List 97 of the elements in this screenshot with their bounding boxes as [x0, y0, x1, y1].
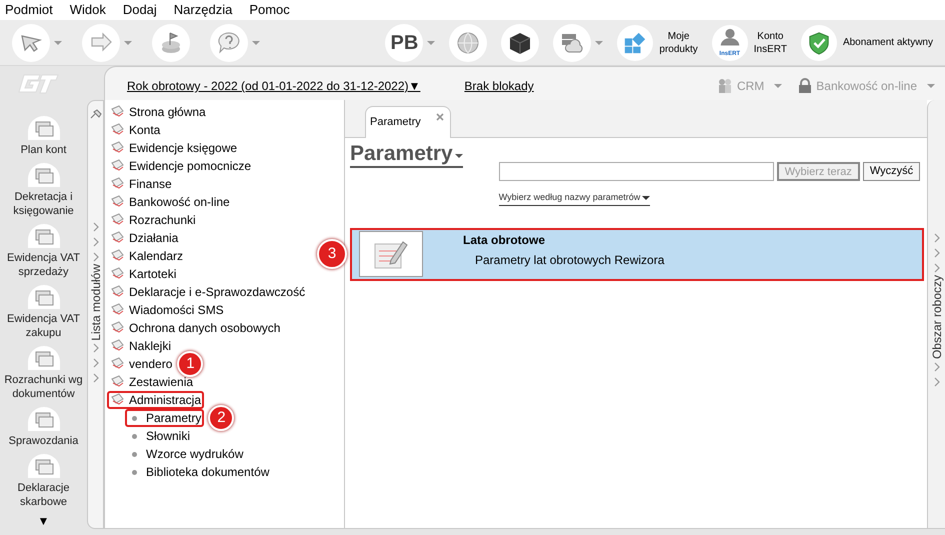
- rail-item[interactable]: Ewidencja VAT zakupu: [2, 285, 84, 340]
- lock-status-link[interactable]: Brak blokady: [464, 77, 534, 95]
- sheet-icon: [110, 105, 124, 119]
- help-icon: [216, 30, 242, 56]
- callout-marker: 3: [317, 239, 347, 269]
- sheet-icon: [110, 267, 124, 281]
- chevron-right-icon: [92, 358, 98, 368]
- module-list-item[interactable]: Konta: [107, 121, 164, 139]
- filter-link[interactable]: Wybierz według nazwy parametrów: [498, 191, 640, 204]
- module-list-item[interactable]: Ewidencje pomocnicze: [107, 157, 254, 175]
- stack-icon: [32, 457, 54, 477]
- rail-item[interactable]: Plan kont: [2, 116, 84, 157]
- module-list-item[interactable]: Działania: [107, 229, 182, 247]
- menu-item[interactable]: Narzędzia: [172, 0, 234, 20]
- sheet-icon: [110, 303, 124, 317]
- people-icon: [716, 78, 733, 94]
- result-title: Lata obrotowe: [463, 232, 546, 249]
- sheet-icon: [110, 321, 124, 335]
- rail-item[interactable]: Rozrachunki wg dokumentów: [2, 346, 84, 401]
- tab[interactable]: Parametry: [365, 106, 451, 138]
- caret-icon: [774, 84, 782, 88]
- rail-item[interactable]: Sprawozdania: [2, 407, 84, 448]
- module-list-item[interactable]: Deklaracje i e-Sprawozdawczość: [107, 283, 308, 301]
- menu-item[interactable]: Podmiot: [3, 0, 55, 20]
- sheet-icon: [110, 141, 124, 155]
- sheet-icon: [110, 339, 124, 353]
- module-list-subitem[interactable]: Wzorce wydruków: [125, 445, 246, 463]
- toolbar-button[interactable]: Abonament aktywny: [800, 24, 933, 62]
- module-list-subitem[interactable]: Biblioteka dokumentów: [125, 463, 272, 481]
- caret-icon: [252, 40, 260, 44]
- padlock-icon: [798, 78, 812, 94]
- module-list-item[interactable]: Strona główna: [107, 103, 209, 121]
- module-list-item[interactable]: Ochrona danych osobowych: [107, 319, 284, 337]
- caret-icon: [595, 40, 604, 44]
- sheet-icon: [110, 123, 124, 137]
- result-description: Parametry lat obrotowych Rewizora: [474, 252, 664, 269]
- sheet-icon: [110, 231, 124, 245]
- sheet-icon: [110, 213, 124, 227]
- menu-item[interactable]: Pomoc: [247, 0, 292, 20]
- sheet-icon: [110, 393, 124, 407]
- menu-item[interactable]: Widok: [68, 0, 108, 20]
- chevron-right-icon: [934, 376, 940, 387]
- caret-icon: [124, 40, 132, 44]
- module-list-item[interactable]: Bankowość on-line: [107, 193, 233, 211]
- rail-item[interactable]: Deklaracje skarbowe: [2, 454, 84, 509]
- sheet-icon: [110, 285, 124, 299]
- stack-icon: [32, 288, 54, 308]
- stack-icon: [32, 349, 54, 369]
- toolbar-button[interactable]: [501, 24, 540, 62]
- module-list-item[interactable]: Kalendarz: [107, 247, 186, 265]
- module-list-item[interactable]: Ewidencje księgowe: [107, 139, 240, 157]
- globe-icon: [455, 30, 482, 56]
- module-list-item[interactable]: Administracja: [107, 391, 204, 409]
- close-icon: [436, 113, 444, 121]
- caret-icon: [454, 154, 463, 158]
- caret-icon: [427, 40, 436, 44]
- action-button[interactable]: Wyczyść: [862, 162, 920, 181]
- sheet-icon: [110, 249, 124, 263]
- bullet-icon: [132, 452, 137, 456]
- bullet-icon: [132, 416, 137, 420]
- sheet-icon: [110, 195, 124, 209]
- module-list-item[interactable]: Rozrachunki: [107, 211, 199, 229]
- module-list-item[interactable]: Kartoteki: [107, 265, 180, 283]
- sheet-icon: [110, 177, 124, 191]
- caret-icon: [54, 40, 62, 44]
- fiscal-year-link[interactable]: Rok obrotowy - 2022 (od 01-01-2022 do 31-12-2022)▼: [127, 77, 420, 95]
- bullet-icon: [132, 470, 137, 474]
- module-list-item[interactable]: Finanse: [107, 175, 175, 193]
- toolbar-button[interactable]: Moje produkty: [617, 24, 698, 62]
- sheet-icon: [110, 375, 124, 389]
- sheet-icon: [110, 357, 124, 371]
- page-title-dropdown[interactable]: Parametry: [350, 142, 463, 168]
- caret-icon: [927, 84, 935, 88]
- callout-marker: 1: [177, 351, 204, 377]
- scroll-down-arrow[interactable]: ▼: [38, 515, 50, 527]
- stack-icon: [32, 227, 54, 247]
- callout-marker: 2: [208, 405, 234, 431]
- caret-icon: [642, 196, 650, 200]
- chevron-right-icon: [92, 373, 98, 384]
- module-list-item[interactable]: Wiadomości SMS: [107, 301, 227, 319]
- stack-icon: [32, 410, 54, 430]
- panel-title: Lista modułów: [88, 264, 104, 341]
- sheet-icon: [110, 159, 124, 173]
- stack-icon: [32, 166, 54, 186]
- pin-icon: [90, 109, 102, 119]
- module-list-item[interactable]: Naklejki: [107, 337, 174, 355]
- chevron-right-icon: [934, 362, 940, 372]
- shield-icon: [806, 30, 831, 54]
- rail-item[interactable]: Ewidencja VAT sprzedaży: [2, 224, 84, 279]
- panel-title: Obszar roboczy: [928, 275, 944, 360]
- menu-item[interactable]: Dodaj: [120, 0, 159, 20]
- tiles-icon: [623, 30, 648, 54]
- bullet-icon: [132, 434, 137, 438]
- rail-item[interactable]: Dekretacja i księgowanie: [2, 163, 84, 218]
- chevron-right-icon: [92, 343, 98, 354]
- search-field[interactable]: [498, 162, 774, 181]
- stack-icon: [32, 119, 54, 139]
